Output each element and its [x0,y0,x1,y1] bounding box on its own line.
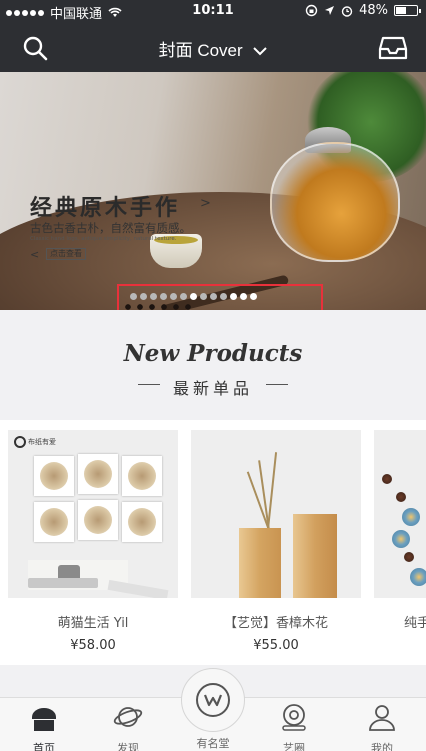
banner-carousel[interactable]: 经典原木手作 > 古色古香古朴，自然富有质感。 Classic hand log… [0,72,426,310]
tab-profile[interactable]: 我的 [352,702,412,751]
banner-view-button[interactable]: 点击查看 [46,248,86,260]
product-carousel[interactable]: 布纸有爱 萌猫生活 Yil ¥58.00 【艺觉】香樟木花 ¥55.00 纯手 [0,420,426,665]
product-price: ¥58.00 [70,638,116,653]
tab-label: 艺圈 [283,742,305,751]
product-image: 布纸有爱 [8,430,178,598]
tab-center-button[interactable] [181,668,245,732]
page-title: 封面 Cover [158,41,243,60]
product-name: 萌猫生活 Yil [57,616,129,631]
inbox-icon[interactable] [378,34,408,62]
product-image [191,430,361,598]
product-card[interactable]: 【艺觉】香樟木花 ¥55.00 [191,430,361,653]
tab-label: 我的 [371,742,393,751]
w-logo-icon [196,683,230,717]
alarm-icon [341,5,353,17]
tab-home[interactable]: 首页 [14,702,74,751]
battery-percent: 48% [359,3,388,18]
tab-label: 有名堂 [196,737,230,750]
section-subtitle: 最新单品 [172,379,253,398]
tab-discover[interactable]: 发现 [98,702,158,751]
banner-caption: Classic hand logs, antique simplicity, n… [30,236,177,242]
top-nav-bar: 封面 Cover [0,22,426,72]
cover-dropdown[interactable]: 封面 Cover [0,36,426,61]
brand-logo: 布纸有爱 [14,436,56,448]
product-card[interactable]: 布纸有爱 萌猫生活 Yil ¥58.00 [8,430,178,653]
product-image [374,430,426,598]
section-title: New Products [123,340,303,367]
product-name: 【艺觉】香樟木花 [223,616,328,631]
tab-label: 发现 [117,742,139,751]
tab-circle[interactable]: 艺圈 [264,702,324,751]
battery-icon [394,5,421,16]
chevron-down-icon [253,47,268,56]
chevron-right-icon: > [200,196,211,211]
divider-right [266,384,288,385]
home-icon [32,708,56,731]
app-screen: 中国联通 10:11 48% 封面 Cover 经典原木手作 > 古色古香古朴，… [0,0,426,751]
teapot-image [270,142,400,262]
at-icon [282,704,306,731]
banner-subtitle: 古色古香古朴，自然富有质感。 [30,221,191,235]
planet-icon [113,707,143,727]
user-icon [369,705,395,731]
rotation-lock-icon [305,4,318,17]
status-bar: 中国联通 10:11 48% [0,0,426,22]
chevron-left-icon: < [30,248,40,261]
tab-label: 首页 [33,742,55,751]
new-products-section: New Products 最新单品 [0,310,426,420]
product-card[interactable]: 纯手 [374,430,426,638]
product-name: 纯手 [404,616,426,631]
banner-headline: 经典原木手作 [30,196,181,221]
location-icon [325,6,335,15]
product-price: ¥55.00 [253,638,299,653]
